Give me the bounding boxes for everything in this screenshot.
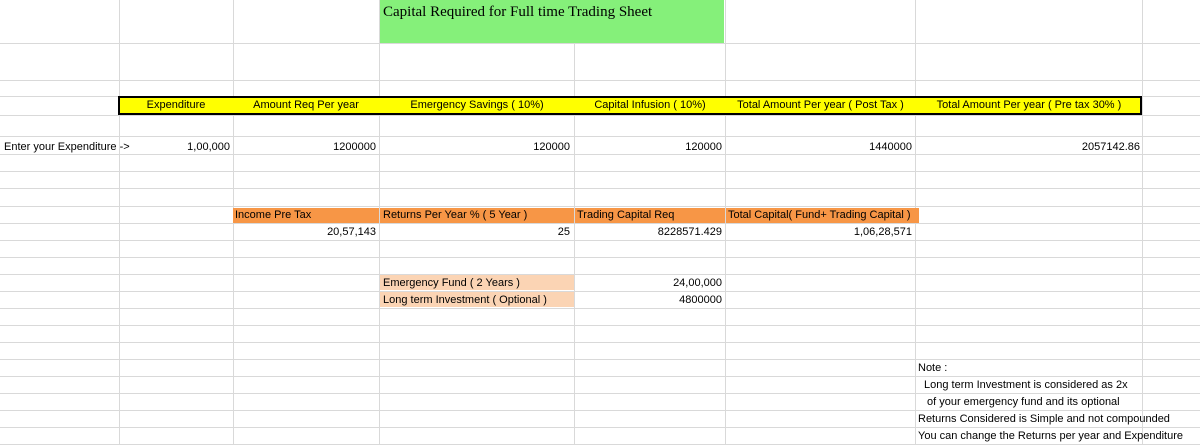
gridline (0, 240, 1200, 241)
gridline (0, 188, 1200, 189)
note-heading: Note : (918, 362, 948, 374)
note-line: You can change the Returns per year and … (918, 430, 1183, 442)
trading-capital-req-header[interactable]: Trading Capital Req (577, 208, 724, 224)
gridline (0, 171, 1200, 172)
emergency-savings-value[interactable]: 120000 (380, 139, 570, 155)
returns-per-year-input[interactable]: 25 (380, 224, 570, 240)
income-pre-tax-header[interactable]: Income Pre Tax (235, 208, 378, 224)
gridline (0, 206, 1200, 207)
header-expenditure[interactable]: Expenditure (120, 97, 232, 113)
total-pre-tax-value[interactable]: 2057142.86 (916, 139, 1140, 155)
total-capital-value[interactable]: 1,06,28,571 (726, 224, 912, 240)
spreadsheet: Capital Required for Full time Trading S… (0, 0, 1200, 445)
gridline (0, 43, 1200, 44)
gridline (0, 136, 1200, 137)
gridline (0, 308, 1200, 309)
gridline (0, 342, 1200, 343)
gridline (0, 257, 1200, 258)
total-capital-header[interactable]: Total Capital( Fund+ Trading Capital ) (728, 208, 920, 224)
capital-infusion-value[interactable]: 120000 (575, 139, 722, 155)
header-total-pre-tax[interactable]: Total Amount Per year ( Pre tax 30% ) (916, 97, 1142, 113)
header-capital-infusion[interactable]: Capital Infusion ( 10%) (575, 97, 725, 113)
returns-per-year-header[interactable]: Returns Per Year % ( 5 Year ) (383, 208, 573, 224)
note-line: Returns Considered is Simple and not com… (918, 413, 1170, 425)
emergency-fund-label[interactable]: Emergency Fund ( 2 Years ) (383, 275, 573, 291)
header-emergency-savings[interactable]: Emergency Savings ( 10%) (380, 97, 574, 113)
trading-capital-req-value[interactable]: 8228571.429 (575, 224, 722, 240)
emergency-fund-value[interactable]: 24,00,000 (575, 275, 722, 291)
gridline (0, 325, 1200, 326)
expenditure-input-cell[interactable]: 1,00,000 (120, 139, 230, 155)
longterm-investment-value[interactable]: 4800000 (575, 292, 722, 308)
longterm-investment-label[interactable]: Long term Investment ( Optional ) (383, 292, 573, 308)
gridline (0, 80, 1200, 81)
income-pre-tax-value[interactable]: 20,57,143 (234, 224, 376, 240)
total-post-tax-value[interactable]: 1440000 (726, 139, 912, 155)
note-line: Long term Investment is considered as 2x (924, 379, 1128, 391)
header-amount-req-per-year[interactable]: Amount Req Per year (234, 97, 378, 113)
header-total-post-tax[interactable]: Total Amount Per year ( Post Tax ) (726, 97, 915, 113)
note-line: of your emergency fund and its optional (927, 396, 1120, 408)
amount-req-per-year-value[interactable]: 1200000 (234, 139, 376, 155)
gridline (0, 115, 1200, 116)
sheet-title[interactable]: Capital Required for Full time Trading S… (380, 0, 724, 43)
expenditure-prompt-label: Enter your Expenditure -> (4, 141, 130, 153)
